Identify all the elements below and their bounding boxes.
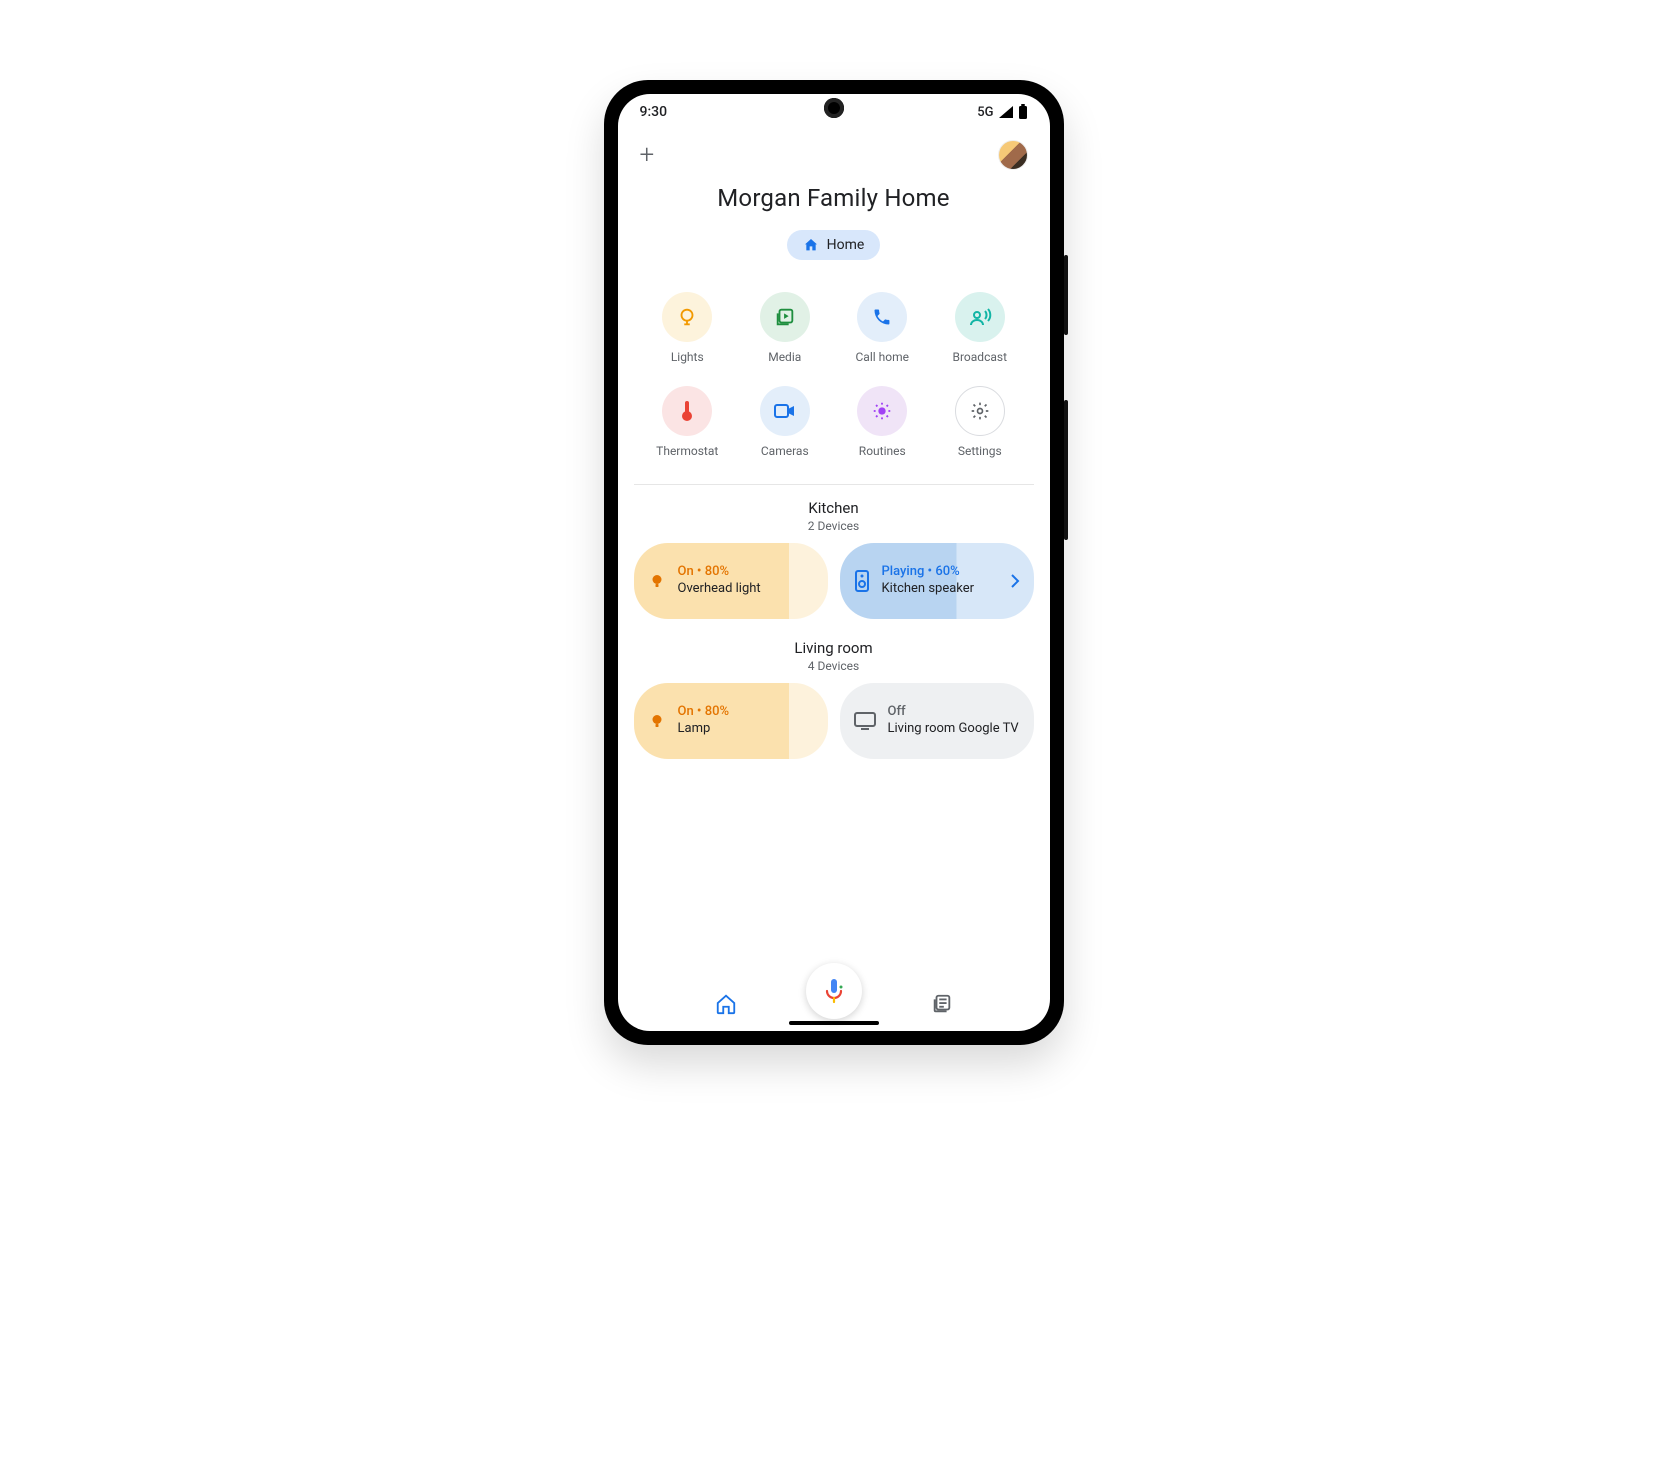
home-icon — [715, 993, 737, 1015]
device-status: Playing • 60% — [882, 564, 975, 581]
device-name: Lamp — [678, 721, 730, 738]
device-status: Off — [888, 704, 1019, 721]
quick-settings[interactable]: Settings — [934, 386, 1026, 458]
quick-label: Media — [768, 350, 801, 364]
thermostat-icon — [680, 400, 694, 422]
routines-icon — [871, 400, 893, 422]
feed-icon — [931, 993, 953, 1015]
home-chip[interactable]: Home — [787, 230, 881, 260]
quick-label: Settings — [958, 444, 1002, 458]
room-header-living[interactable]: Living room 4 Devices — [634, 639, 1034, 673]
home-icon — [803, 237, 819, 253]
device-status: On • 80% — [678, 704, 730, 721]
nav-feed[interactable] — [912, 993, 972, 1015]
volume-button — [1064, 255, 1068, 335]
status-network: 5G — [977, 105, 993, 120]
quick-broadcast[interactable]: Broadcast — [934, 292, 1026, 364]
assistant-mic-button[interactable] — [806, 963, 862, 1019]
add-button[interactable]: + — [640, 142, 655, 168]
quick-label: Cameras — [761, 444, 809, 458]
account-avatar[interactable] — [998, 140, 1028, 170]
quick-cameras[interactable]: Cameras — [739, 386, 831, 458]
quick-label: Call home — [856, 350, 910, 364]
speaker-icon — [854, 570, 870, 592]
device-status: On • 80% — [678, 564, 761, 581]
device-name: Living room Google TV — [888, 721, 1019, 738]
device-name: Kitchen speaker — [882, 581, 975, 598]
chevron-right-icon — [1010, 574, 1020, 588]
device-card-lamp[interactable]: On • 80% Lamp — [634, 683, 828, 759]
quick-call-home[interactable]: Call home — [837, 292, 929, 364]
room-header-kitchen[interactable]: Kitchen 2 Devices — [634, 499, 1034, 533]
room-name: Kitchen — [634, 499, 1034, 517]
camera-icon — [774, 403, 796, 419]
bulb-icon — [676, 306, 698, 328]
broadcast-icon — [968, 307, 992, 327]
device-card-kitchen-speaker[interactable]: Playing • 60% Kitchen speaker — [840, 543, 1034, 619]
mic-icon — [822, 977, 846, 1005]
quick-media[interactable]: Media — [739, 292, 831, 364]
device-card-google-tv[interactable]: Off Living room Google TV — [840, 683, 1034, 759]
status-time: 9:30 — [640, 104, 668, 120]
quick-routines[interactable]: Routines — [837, 386, 929, 458]
quick-label: Broadcast — [953, 350, 1008, 364]
gesture-bar[interactable] — [789, 1021, 879, 1025]
quick-thermostat[interactable]: Thermostat — [642, 386, 734, 458]
phone-icon — [872, 307, 892, 327]
device-card-overhead-light[interactable]: On • 80% Overhead light — [634, 543, 828, 619]
room-device-count: 4 Devices — [634, 659, 1034, 673]
bulb-icon — [648, 712, 666, 730]
battery-icon — [1018, 104, 1028, 120]
bulb-icon — [648, 572, 666, 590]
quick-label: Lights — [671, 350, 704, 364]
room-device-count: 2 Devices — [634, 519, 1034, 533]
quick-label: Routines — [859, 444, 906, 458]
divider — [634, 484, 1034, 485]
phone-frame: 9:30 5G + Morgan Family Home Home — [604, 80, 1064, 1045]
quick-label: Thermostat — [656, 444, 718, 458]
nav-home[interactable] — [696, 993, 756, 1015]
home-title: Morgan Family Home — [634, 184, 1034, 212]
tv-icon — [854, 712, 876, 730]
signal-icon — [998, 105, 1014, 119]
media-icon — [774, 306, 796, 328]
device-name: Overhead light — [678, 581, 761, 598]
gear-icon — [970, 401, 990, 421]
home-chip-label: Home — [827, 237, 865, 253]
room-name: Living room — [634, 639, 1034, 657]
power-button — [1064, 400, 1068, 540]
front-camera — [824, 98, 844, 118]
quick-lights[interactable]: Lights — [642, 292, 734, 364]
